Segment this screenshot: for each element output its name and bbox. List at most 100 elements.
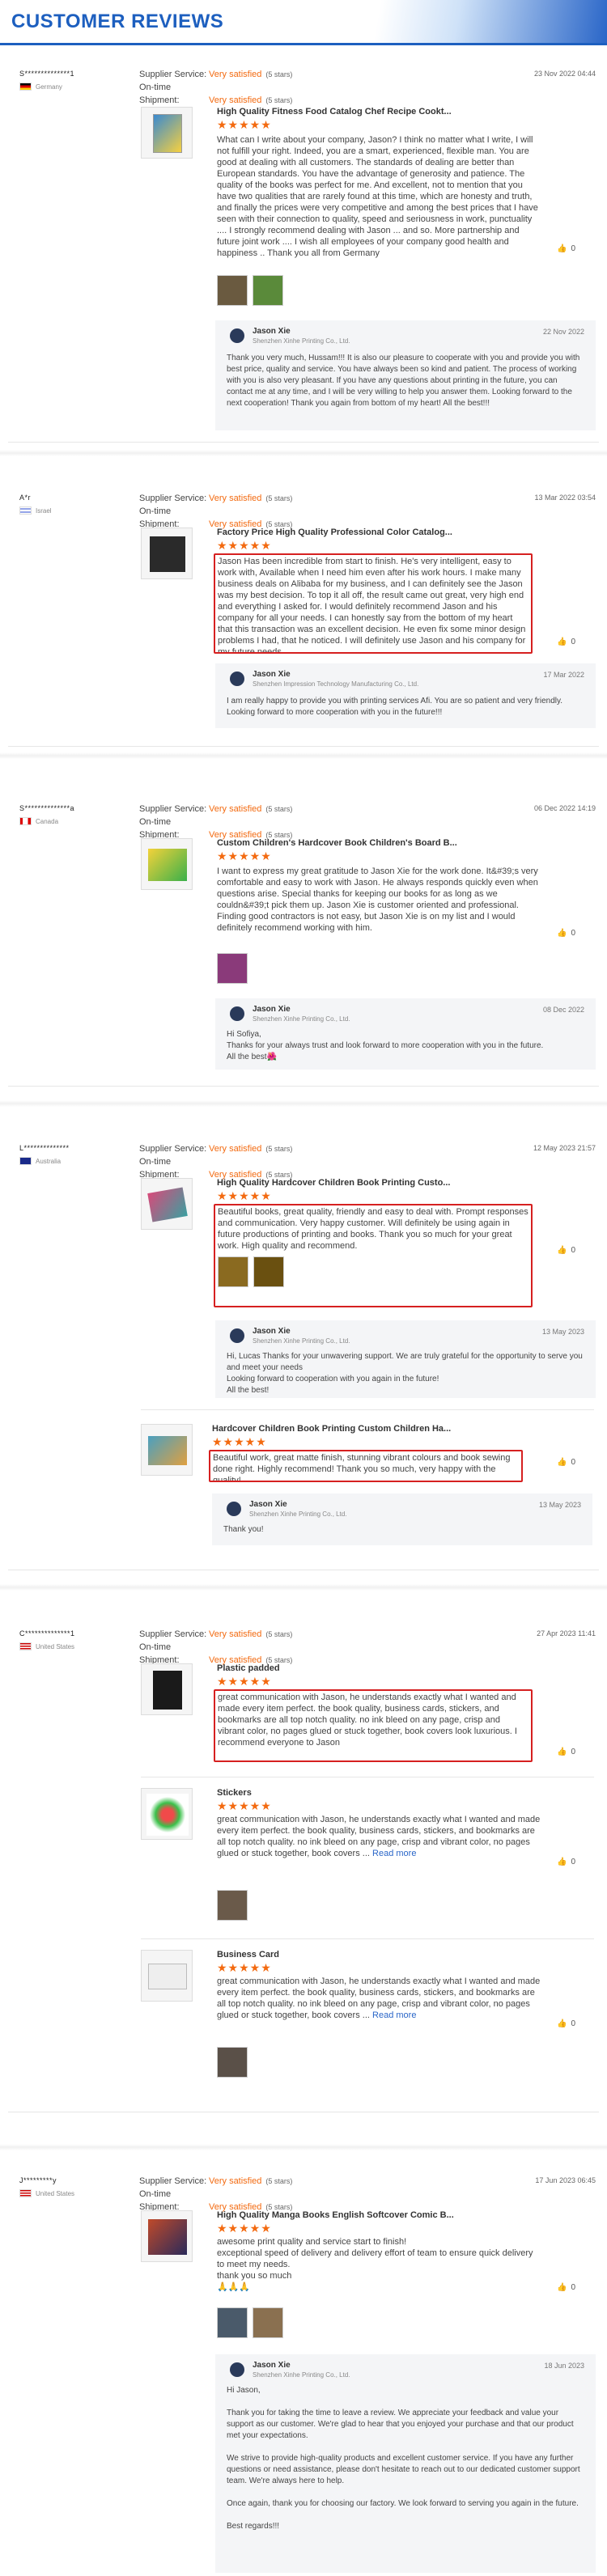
review-photos (217, 275, 283, 306)
seller-reply: Jason Xie Shenzhen Xinhe Printing Co., L… (215, 320, 596, 430)
reviewer-name: L************** (19, 1144, 70, 1152)
product-title[interactable]: Custom Children's Hardcover Book Childre… (217, 838, 457, 848)
review-text: Jason Has been incredible from start to … (214, 553, 533, 654)
product-title[interactable]: High Quality Fitness Food Catalog Chef R… (217, 107, 452, 117)
review-text: I want to express my great gratitude to … (217, 866, 538, 933)
ratings: Supplier Service: Very satisfied (5 stars)… (139, 1629, 293, 1665)
review-photos (217, 2047, 248, 2078)
read-more-link[interactable]: Read more (372, 2010, 416, 2020)
reviewer-country: Israel (19, 506, 52, 515)
ratings: Supplier Service: Very satisfied (5 stars)… (139, 1144, 293, 1180)
review-card: C**************1 United States Supplier … (0, 1618, 607, 2144)
reply-text: Hi Sofiya, Thanks for your always trust … (227, 1030, 544, 1061)
like-button[interactable]: 👍 0 (557, 2283, 575, 2292)
reviewer-country: United States (19, 2189, 74, 2197)
review-photo[interactable] (217, 2307, 248, 2338)
review-text-highlighted: Beautiful books, great quality, friendly… (214, 1204, 533, 1307)
reviewer-name: C**************1 (19, 1629, 75, 1638)
review-date: 06 Dec 2022 14:19 (533, 804, 596, 812)
avatar (230, 328, 244, 343)
product-image[interactable] (141, 107, 193, 159)
product-image[interactable] (141, 838, 193, 890)
review-photo[interactable] (253, 1256, 284, 1287)
review-photo[interactable] (253, 275, 283, 306)
like-button[interactable]: 👍 0 (557, 1458, 575, 1467)
page-title: CUSTOMER REVIEWS (11, 11, 224, 32)
reply-text: Thank you very much, Hussam!!! It is als… (227, 354, 580, 408)
ratings: Supplier Service: Very satisfied (5 stars)… (139, 2176, 293, 2212)
thumbs-up-icon: 👍 (557, 1246, 567, 1255)
product-title[interactable]: Plastic padded (217, 1663, 280, 1673)
like-button[interactable]: 👍 0 (557, 638, 575, 646)
star-rating: ★★★★★ (212, 1435, 267, 1448)
product-image[interactable] (141, 1950, 193, 2002)
canada-flag-icon (19, 817, 32, 825)
review-photo[interactable] (217, 2047, 248, 2078)
review-text: Beautiful work, great matte finish, stun… (209, 1450, 523, 1482)
reviewer-country: United States (19, 1642, 74, 1650)
product-title[interactable]: Stickers (217, 1788, 252, 1798)
reviewer-country: Australia (19, 1157, 61, 1165)
review-photo[interactable] (217, 275, 248, 306)
reply-text: Hi, Lucas Thanks for your unwavering sup… (227, 1352, 583, 1395)
germany-flag-icon (19, 83, 32, 91)
product-title[interactable]: Business Card (217, 1950, 279, 1960)
seller-reply: Jason Xie Shenzhen Xinhe Printing Co., L… (212, 1493, 592, 1545)
seller-reply: Jason Xie Shenzhen Xinhe Printing Co., L… (215, 998, 596, 1070)
thumbs-up-icon: 👍 (557, 1858, 567, 1866)
review-card: A*r Israel Supplier Service: Very satisfi… (0, 485, 607, 752)
product-image[interactable] (141, 1788, 193, 1840)
star-rating: ★★★★★ (217, 2222, 272, 2235)
review-photos (217, 1890, 248, 1921)
star-rating: ★★★★★ (217, 539, 272, 552)
product-image[interactable] (141, 1178, 193, 1230)
review-photo[interactable] (217, 953, 248, 984)
like-button[interactable]: 👍 0 (557, 244, 575, 253)
reviewer-name: S**************a (19, 804, 75, 812)
star-rating: ★★★★★ (217, 1189, 272, 1202)
product-title[interactable]: High Quality Manga Books English Softcov… (217, 2210, 454, 2220)
like-button[interactable]: 👍 0 (557, 1246, 575, 1255)
product-title[interactable]: Factory Price High Quality Professional … (217, 527, 452, 537)
review-photo[interactable] (253, 2307, 283, 2338)
thumbs-up-icon: 👍 (557, 638, 567, 646)
review-photos (218, 1256, 528, 1287)
review-card: L************** Australia Supplier Servi… (0, 1133, 607, 1586)
product-title[interactable]: Hardcover Children Book Printing Custom … (212, 1424, 451, 1434)
product-title[interactable]: High Quality Hardcover Children Book Pri… (217, 1178, 450, 1188)
thumbs-up-icon: 👍 (557, 2283, 567, 2292)
product-image[interactable] (141, 527, 193, 579)
avatar (230, 2362, 244, 2377)
reply-text: I am really happy to provide you with pr… (227, 697, 563, 717)
review-date: 13 Mar 2022 03:54 (534, 494, 596, 502)
product-image[interactable] (141, 2210, 193, 2262)
review-photo[interactable] (217, 1890, 248, 1921)
avatar (227, 1502, 241, 1516)
review-photos (217, 953, 248, 984)
seller-reply: Jason Xie Shenzhen Xinhe Printing Co., L… (215, 2354, 596, 2573)
review-date: 17 Jun 2023 06:45 (535, 2176, 596, 2184)
review-text: great communication with Jason, he under… (214, 1689, 533, 1762)
avatar (230, 672, 244, 686)
like-button[interactable]: 👍 0 (557, 929, 575, 938)
australia-flag-icon (19, 1157, 32, 1165)
star-rating: ★★★★★ (217, 118, 272, 131)
reviewer-country: Canada (19, 817, 58, 825)
ratings: Supplier Service: Very satisfied (5 stars)… (139, 70, 293, 105)
product-image[interactable] (141, 1663, 193, 1715)
reply-text: Hi Jason, Thank you for taking the time … (227, 2386, 580, 2531)
review-date: 12 May 2023 21:57 (533, 1144, 596, 1152)
ratings: Supplier Service: Very satisfied (5 stars)… (139, 494, 293, 529)
thumbs-up-icon: 👍 (557, 244, 567, 253)
star-rating: ★★★★★ (217, 1961, 272, 1974)
review-text: great communication with Jason, he under… (217, 1815, 541, 1858)
like-button[interactable]: 👍 0 (557, 1748, 575, 1756)
read-more-link[interactable]: Read more (372, 1849, 416, 1858)
reply-text: Thank you! (223, 1525, 264, 1534)
review-card: J*********y United States Supplier Servi… (0, 2168, 607, 2576)
review-photo[interactable] (218, 1256, 248, 1287)
like-button[interactable]: 👍 0 (557, 2019, 575, 2028)
like-button[interactable]: 👍 0 (557, 1858, 575, 1866)
review-text: great communication with Jason, he under… (217, 1976, 541, 2020)
product-image[interactable] (141, 1424, 193, 1476)
